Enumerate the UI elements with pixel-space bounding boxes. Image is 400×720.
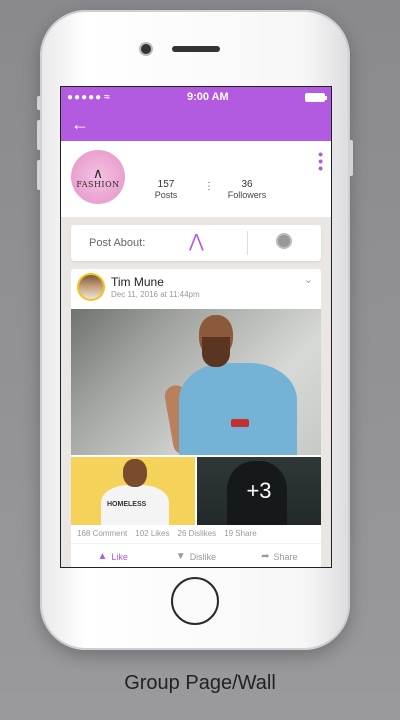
share-count[interactable]: 19 Share xyxy=(224,529,256,538)
nav-bar: ← xyxy=(61,107,331,141)
photo-shirt xyxy=(179,363,297,455)
front-camera xyxy=(141,44,151,54)
divider xyxy=(247,231,248,255)
comment-count[interactable]: 168 Comment xyxy=(77,529,127,538)
status-bar: ●●●●● ≈ 9:00 AM xyxy=(61,87,331,107)
like-count[interactable]: 102 Likes xyxy=(135,529,169,538)
app-screen: ●●●●● ≈ 9:00 AM ← ∧ FASHION 157 Posts ⋮ … xyxy=(60,86,332,568)
dislike-button[interactable]: ▼ Dislike xyxy=(154,551,237,562)
post-card: Tim Mune Dec 11, 2016 at 11:44pm ⌄ HOMEL… xyxy=(71,269,321,567)
post-author[interactable]: Tim Mune xyxy=(111,275,164,289)
thumb-shirt-text: HOMELESS xyxy=(107,501,147,508)
posts-label: Posts xyxy=(154,190,178,200)
home-button[interactable] xyxy=(171,577,219,625)
mute-switch xyxy=(37,96,41,110)
dislike-count[interactable]: 26 Dislikes xyxy=(178,529,217,538)
back-arrow-icon[interactable]: ← xyxy=(71,115,89,133)
volume-down-button xyxy=(37,160,41,190)
dislike-icon: ▼ xyxy=(175,551,186,562)
post-stats: 168 Comment 102 Likes 26 Dislikes 19 Sha… xyxy=(77,529,257,538)
signal-wifi: ●●●●● ≈ xyxy=(67,92,111,103)
followers-label: Followers xyxy=(227,190,267,200)
photo-beard xyxy=(202,337,230,367)
post-timestamp: Dec 11, 2016 at 11:44pm xyxy=(111,290,200,299)
post-about-bar: Post About: ⋀ xyxy=(71,225,321,261)
avatar[interactable] xyxy=(77,273,105,301)
group-profile-header: ∧ FASHION 157 Posts ⋮ 36 Followers • • • xyxy=(61,141,331,217)
share-label: Share xyxy=(273,551,298,562)
post-header: Tim Mune Dec 11, 2016 at 11:44pm ⌄ xyxy=(71,269,321,309)
photo-necklace xyxy=(231,419,249,427)
followers-stat[interactable]: 36 Followers xyxy=(225,179,269,200)
chevron-down-icon[interactable]: ⌄ xyxy=(304,273,313,286)
page-caption: Group Page/Wall xyxy=(124,672,276,694)
posts-count: 157 xyxy=(157,179,175,190)
dislike-label: Dislike xyxy=(189,551,217,562)
post-main-photo[interactable] xyxy=(71,309,321,455)
wifi-icon: ≈ xyxy=(104,91,111,103)
like-icon: ▲ xyxy=(97,551,108,562)
post-thumbnail-1[interactable]: HOMELESS xyxy=(71,457,195,525)
post-thumbnail-2[interactable]: +3 xyxy=(197,457,321,525)
logo-text: FASHION xyxy=(76,179,120,189)
posts-stat[interactable]: 157 Posts xyxy=(151,179,181,200)
hanger-logo-icon: ∧ xyxy=(92,164,104,181)
post-actions: ▲ Like ▼ Dislike ➦ Share xyxy=(71,543,321,567)
clock: 9:00 AM xyxy=(186,91,229,103)
earpiece-speaker xyxy=(172,46,220,52)
battery-icon xyxy=(304,92,327,102)
power-button xyxy=(349,140,353,176)
share-icon: ➦ xyxy=(261,551,270,562)
like-label: Like xyxy=(111,551,128,562)
post-about-label: Post About: xyxy=(89,237,146,249)
stat-separator: ⋮ xyxy=(204,181,214,192)
menu-dots-icon[interactable]: • • • xyxy=(318,147,323,175)
volume-up-button xyxy=(37,120,41,150)
share-button[interactable]: ➦ Share xyxy=(238,551,321,562)
followers-count: 36 xyxy=(241,179,253,190)
thumb-head xyxy=(123,459,147,487)
group-logo[interactable]: ∧ FASHION xyxy=(71,150,125,204)
globe-icon[interactable] xyxy=(276,233,292,249)
signal-dots: ●●●●● xyxy=(67,91,103,103)
more-photos-overlay: +3 xyxy=(197,457,321,525)
like-button[interactable]: ▲ Like xyxy=(71,551,154,562)
hanger-icon[interactable]: ⋀ xyxy=(189,231,204,252)
